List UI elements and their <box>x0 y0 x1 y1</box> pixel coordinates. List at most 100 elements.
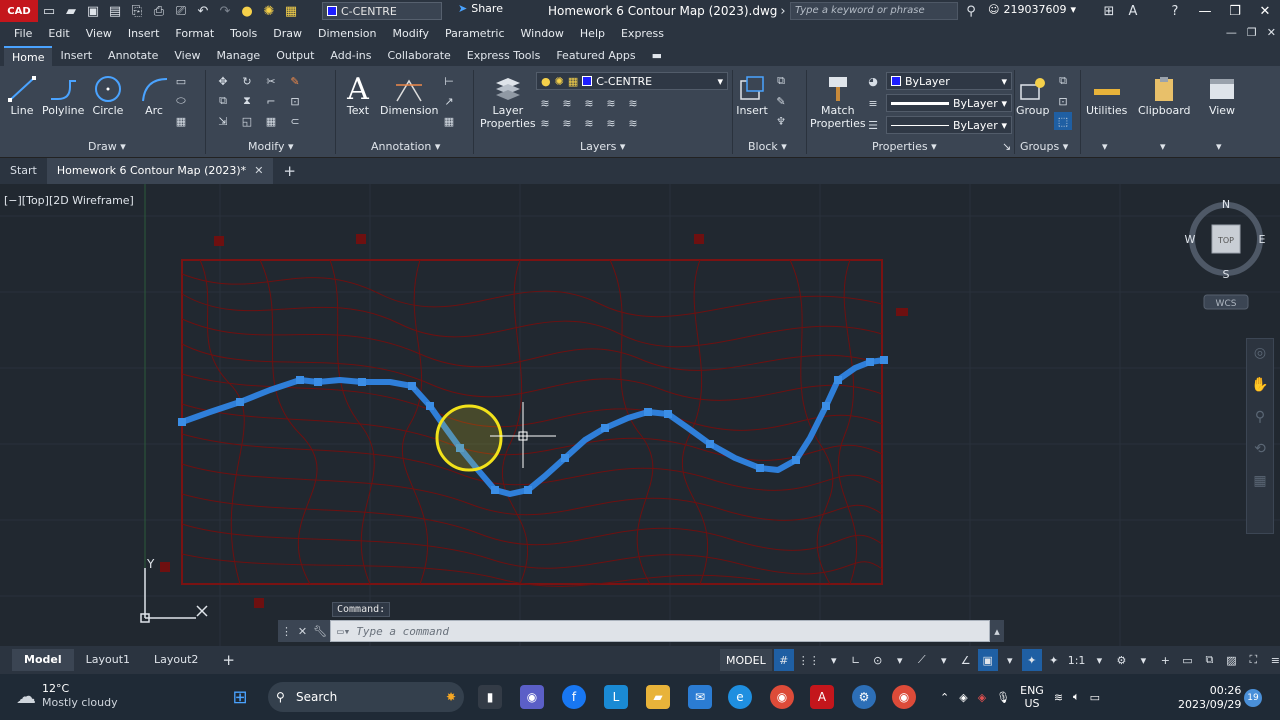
rotate-icon[interactable]: ↻ <box>238 72 256 90</box>
ribbon-minimize-icon[interactable]: ▬ <box>644 46 670 66</box>
hatch-icon[interactable]: ▦ <box>172 112 190 130</box>
tab-view[interactable]: View <box>166 46 208 66</box>
layer-tool-8-icon[interactable]: ≋ <box>580 114 598 132</box>
maximize-icon[interactable]: ❐ <box>1220 0 1250 22</box>
layer-properties-tool[interactable]: Layer Properties <box>480 74 536 130</box>
layer-tool-3-icon[interactable]: ≋ <box>580 94 598 112</box>
sun-icon[interactable]: ✺ <box>258 0 280 22</box>
clock[interactable]: 00:26 2023/09/29 <box>1178 684 1241 712</box>
linetype-icon[interactable]: ☰ <box>864 116 882 134</box>
quick-properties-icon[interactable]: ⧉ <box>1199 649 1219 671</box>
color-wheel-icon[interactable]: ◕ <box>864 72 882 90</box>
edge-icon[interactable]: e <box>728 685 752 709</box>
menu-tools[interactable]: Tools <box>222 27 265 40</box>
doc-minimize-icon[interactable]: — <box>1226 26 1237 39</box>
autoscale-icon[interactable]: ✦ <box>1044 649 1064 671</box>
tab-current-drawing[interactable]: Homework 6 Contour Map (2023)* ✕ <box>46 158 274 184</box>
utilities-tool[interactable]: Utilities <box>1086 74 1127 117</box>
rectangle-icon[interactable]: ▭ <box>172 72 190 90</box>
move-icon[interactable]: ✥ <box>214 72 232 90</box>
orbit-icon[interactable]: ⟲ <box>1254 441 1266 457</box>
text-tool[interactable]: A Text <box>342 72 374 118</box>
microphone-icon[interactable]: 🎙︎ <box>996 691 1010 704</box>
snap-icon[interactable]: ⋮⋮ <box>796 649 822 671</box>
polar-icon[interactable]: ⊙ <box>868 649 888 671</box>
model-space-button[interactable]: MODEL <box>720 649 772 671</box>
layer-dropdown[interactable]: ● ✺ ▦ C-CENTRE ▾ <box>536 72 728 90</box>
menu-parametric[interactable]: Parametric <box>437 27 513 40</box>
weather-widget[interactable]: ☁ 12°C Mostly cloudy <box>16 682 118 710</box>
save-as-icon[interactable]: ▤ <box>104 0 126 22</box>
isodraft-dropdown-icon[interactable]: ▾ <box>934 649 954 671</box>
erase-icon[interactable]: ✎ <box>286 72 304 90</box>
tab-model[interactable]: Model <box>12 649 74 671</box>
chrome-icon[interactable]: ◉ <box>770 685 794 709</box>
dimension-tool[interactable]: Dimension <box>380 74 438 117</box>
tab-featured-apps[interactable]: Featured Apps <box>548 46 643 66</box>
command-history-button-icon[interactable]: ▭▾ <box>337 625 350 638</box>
pan-icon[interactable]: ✋ <box>1251 377 1268 393</box>
object-snap-dropdown-icon[interactable]: ▾ <box>1000 649 1020 671</box>
windows-start-icon[interactable]: ⊞ <box>228 685 252 709</box>
showmotion-icon[interactable]: ▦ <box>1253 473 1266 489</box>
layer-tool-1-icon[interactable]: ≋ <box>536 94 554 112</box>
menu-draw[interactable]: Draw <box>265 27 310 40</box>
group-select-icon[interactable]: ⬚ <box>1054 112 1072 130</box>
undo-icon[interactable]: ↶ <box>192 0 214 22</box>
tab-collaborate[interactable]: Collaborate <box>379 46 458 66</box>
tab-manage[interactable]: Manage <box>209 46 269 66</box>
layers-panel-title[interactable]: Layers ▾ <box>580 140 625 153</box>
layer-tool-2-icon[interactable]: ≋ <box>558 94 576 112</box>
linear-dim-icon[interactable]: ⊢ <box>440 72 458 90</box>
menu-dimension[interactable]: Dimension <box>310 27 384 40</box>
battery-icon[interactable]: ▭ <box>1090 691 1100 704</box>
lightbulb-icon[interactable]: ● <box>236 0 258 22</box>
clipboard-tool[interactable]: Clipboard <box>1138 74 1191 117</box>
table-icon[interactable]: ▦ <box>440 112 458 130</box>
tray-app-1-icon[interactable]: ◈ <box>959 691 967 704</box>
menu-window[interactable]: Window <box>513 27 572 40</box>
copy-icon[interactable]: ⧉ <box>214 92 232 110</box>
drag-handle-icon[interactable]: ⋮ <box>281 625 292 638</box>
menu-file[interactable]: File <box>6 27 40 40</box>
layer-tool-7-icon[interactable]: ≋ <box>558 114 576 132</box>
insert-block-tool[interactable]: Insert <box>736 74 768 117</box>
polar-dropdown-icon[interactable]: ▾ <box>890 649 910 671</box>
tab-annotate[interactable]: Annotate <box>100 46 166 66</box>
stretch-icon[interactable]: ⇲ <box>214 112 232 130</box>
wifi-icon[interactable]: ≋ <box>1054 691 1063 704</box>
model-space[interactable]: Y TOP N S E W WCS <box>0 184 1280 646</box>
close-command-line-icon[interactable]: ✕ <box>298 625 307 638</box>
isodraft-icon[interactable]: ⟋ <box>912 649 932 671</box>
properties-dialog-launcher-icon[interactable]: ↘ <box>1002 140 1011 153</box>
notification-badge[interactable]: 19 <box>1244 689 1262 707</box>
close-icon[interactable]: ✕ <box>1250 0 1280 22</box>
modify-panel-title[interactable]: Modify ▾ <box>248 140 293 153</box>
tab-layout2[interactable]: Layout2 <box>142 649 210 671</box>
scale-dropdown-icon[interactable]: ▾ <box>1089 649 1109 671</box>
mail-icon[interactable]: ✉ <box>688 685 712 709</box>
task-view-icon[interactable]: ▮ <box>478 685 502 709</box>
minimize-icon[interactable]: — <box>1190 0 1220 22</box>
scale-icon[interactable]: ⊡ <box>286 92 304 110</box>
block-panel-title[interactable]: Block ▾ <box>748 140 787 153</box>
menu-modify[interactable]: Modify <box>385 27 437 40</box>
snap-dropdown-icon[interactable]: ▾ <box>824 649 844 671</box>
layer-tool-6-icon[interactable]: ≋ <box>536 114 554 132</box>
user-account[interactable]: ☺ 219037609 ▾ <box>988 3 1076 16</box>
group-edit-icon[interactable]: ⊡ <box>1054 92 1072 110</box>
search-icon[interactable]: ⚲ <box>960 0 982 22</box>
menu-view[interactable]: View <box>78 27 120 40</box>
ellipse-icon[interactable]: ⬭ <box>172 92 190 110</box>
draw-panel-title[interactable]: Draw ▾ <box>88 140 126 153</box>
offset-icon[interactable]: ⊂ <box>286 112 304 130</box>
edit-block-icon[interactable]: ✎ <box>772 92 790 110</box>
object-snap-tracking-icon[interactable]: ∠ <box>956 649 976 671</box>
annotation-scale[interactable]: 1:1 <box>1066 649 1088 671</box>
tab-express-tools[interactable]: Express Tools <box>459 46 549 66</box>
tray-app-2-icon[interactable]: ◈ <box>978 691 986 704</box>
scale-object-icon[interactable]: ◱ <box>238 112 256 130</box>
polyline-tool[interactable]: Polyline <box>42 74 84 117</box>
circle-tool[interactable]: Circle <box>92 74 124 117</box>
tab-output[interactable]: Output <box>268 46 322 66</box>
